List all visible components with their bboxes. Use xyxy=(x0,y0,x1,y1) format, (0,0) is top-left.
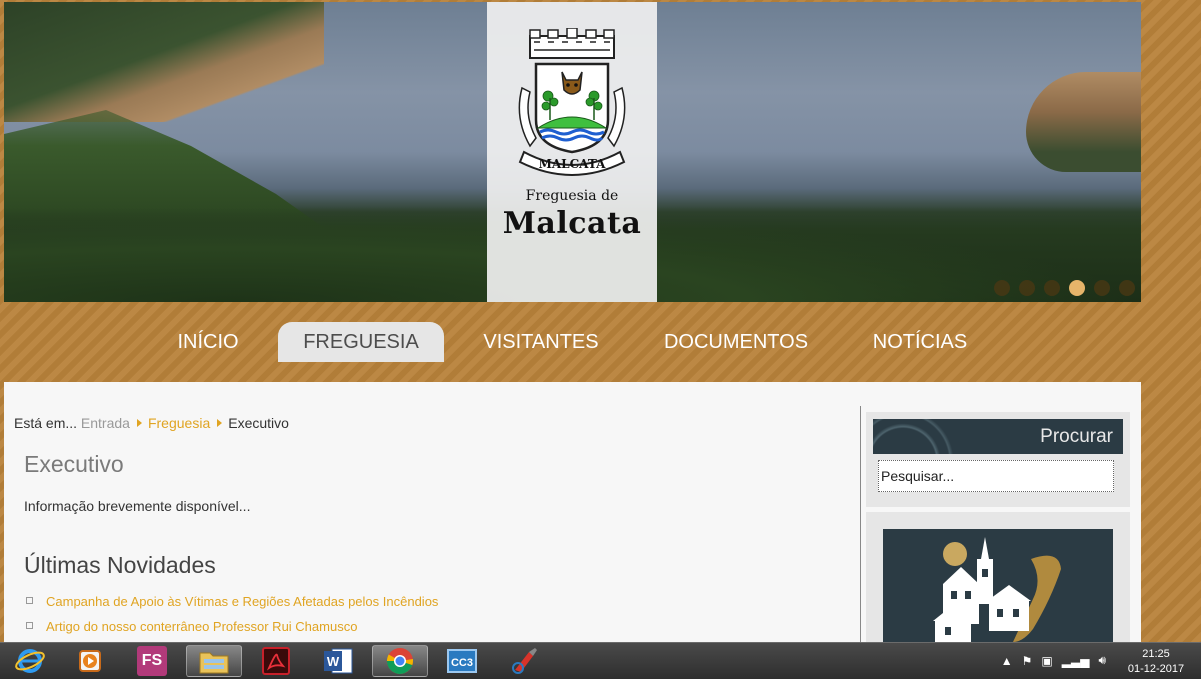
slider-dot[interactable] xyxy=(1094,280,1110,296)
column-divider xyxy=(860,406,861,642)
news-section-title: Últimas Novidades xyxy=(24,552,216,578)
search-header: Procurar xyxy=(873,419,1123,454)
file-explorer-icon[interactable] xyxy=(186,645,242,677)
nav-item-documentos[interactable]: DOCUMENTOS xyxy=(648,322,824,362)
search-input[interactable] xyxy=(878,460,1114,492)
search-title: Procurar xyxy=(1040,426,1113,447)
slider-dot[interactable] xyxy=(1044,280,1060,296)
news-item[interactable]: Campanha de Apoio às Vítimas e Regiões A… xyxy=(24,594,438,619)
word-icon[interactable]: W xyxy=(310,645,366,677)
nav-item-freguesia[interactable]: FREGUESIA xyxy=(278,322,444,362)
volume-icon[interactable]: 🔊︎ xyxy=(1098,653,1106,668)
slider-dot-active[interactable] xyxy=(1069,280,1085,296)
internet-explorer-icon[interactable] xyxy=(2,645,58,677)
media-player-icon[interactable] xyxy=(62,645,118,677)
acrobat-reader-icon[interactable] xyxy=(248,645,304,677)
crest-banner-text: MALCATA xyxy=(539,157,607,171)
network-signal-icon[interactable]: ▂▃▅ xyxy=(1062,654,1090,668)
info-text: Informação brevemente disponível... xyxy=(24,498,251,514)
nav-item-visitantes[interactable]: VISITANTES xyxy=(468,322,614,362)
slider-dot[interactable] xyxy=(1119,280,1135,296)
slider-dot[interactable] xyxy=(994,280,1010,296)
breadcrumb-arrow-icon xyxy=(217,419,223,427)
hero-shore-right xyxy=(1026,72,1141,172)
system-tray: ▲ ⚑ ▣ ▂▃▅ 🔊︎ xyxy=(1001,653,1106,668)
taskbar: FS W CC3 ▲ ⚑ ▣ ▂▃▅ 🔊︎ 21:25 01-12-2017 xyxy=(0,642,1201,679)
logo-title: Malcata xyxy=(502,206,642,241)
breadcrumb-prefix: Está em... xyxy=(14,415,78,431)
action-center-flag-icon[interactable]: ⚑ xyxy=(1022,654,1033,668)
coat-of-arms-icon: MALCATA xyxy=(518,28,626,176)
chrome-icon[interactable] xyxy=(372,645,428,677)
breadcrumb-link-freguesia[interactable]: Freguesia xyxy=(148,415,210,431)
slider-dots xyxy=(994,280,1135,296)
nav-item-inicio[interactable]: INÍCIO xyxy=(158,322,258,362)
breadcrumb-link-entrada[interactable]: Entrada xyxy=(81,415,130,431)
logo-panel[interactable]: MALCATA Freguesia de Malcata xyxy=(487,2,657,302)
content-area: Está em... Entrada Freguesia Executivo Exe… xyxy=(4,382,1141,642)
promo-banner[interactable] xyxy=(883,529,1113,642)
breadcrumb-current: Executivo xyxy=(228,415,289,431)
news-list: Campanha de Apoio às Vítimas e Regiões A… xyxy=(24,594,438,644)
clock-date: 01-12-2017 xyxy=(1127,663,1185,675)
breadcrumb: Está em... Entrada Freguesia Executivo xyxy=(14,415,289,431)
clock-time: 21:25 xyxy=(1142,648,1170,660)
device-icon[interactable]: ▣ xyxy=(1041,654,1052,668)
slider-dot[interactable] xyxy=(1019,280,1035,296)
fs-app-icon[interactable]: FS xyxy=(124,645,180,677)
cc3-icon[interactable]: CC3 xyxy=(434,645,490,677)
hero-banner: MALCATA Freguesia de Malcata xyxy=(4,2,1141,302)
hero-shore-left xyxy=(4,2,324,122)
search-module: Procurar xyxy=(866,412,1130,507)
main-nav: INÍCIO FREGUESIA VISITANTES DOCUMENTOS N… xyxy=(0,322,1141,362)
swirl-decoration-icon xyxy=(873,419,973,454)
page-title: Executivo xyxy=(24,451,124,477)
nav-item-noticias[interactable]: NOTÍCIAS xyxy=(858,322,982,362)
system-clock[interactable]: 21:25 01-12-2017 xyxy=(1115,647,1197,677)
logo-subtitle: Freguesia de xyxy=(525,188,619,204)
svg-text:W: W xyxy=(327,654,340,669)
ccleaner-icon[interactable] xyxy=(496,645,552,677)
village-illustration-icon xyxy=(933,537,1061,642)
breadcrumb-arrow-icon xyxy=(136,419,142,427)
show-hidden-icons-icon[interactable]: ▲ xyxy=(1001,654,1013,668)
news-item[interactable]: Artigo do nosso conterrâneo Professor Ru… xyxy=(24,619,438,644)
promo-module xyxy=(866,512,1130,642)
